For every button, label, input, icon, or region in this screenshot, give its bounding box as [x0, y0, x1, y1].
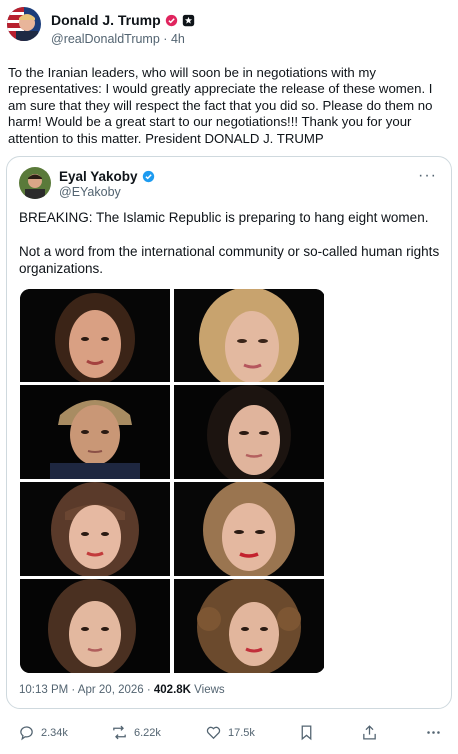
quoted-text-line2: Not a word from the international commun… [19, 244, 440, 276]
post-time[interactable]: 4h [171, 32, 185, 46]
photo-6[interactable] [174, 482, 324, 576]
repost-icon [113, 725, 126, 740]
photo-8[interactable] [174, 579, 324, 673]
author-name-line: Donald J. Trump [51, 12, 195, 28]
views-count: 402.8K [153, 684, 191, 696]
repost-button[interactable]: 6.22k [111, 724, 161, 741]
views-label: Views [190, 684, 225, 696]
author-name[interactable]: Donald J. Trump [51, 12, 161, 28]
post-body-text: To the Iranian leaders, who will soon be… [8, 65, 433, 146]
author-avatar[interactable] [7, 7, 41, 41]
quoted-text-line1: BREAKING: The Islamic Republic is prepar… [19, 210, 429, 225]
reply-count: 2.34k [41, 726, 68, 739]
like-count: 17.5k [228, 726, 255, 739]
more-options-icon[interactable]: ··· [418, 167, 437, 185]
photo-2[interactable] [174, 289, 324, 382]
reply-button[interactable]: 2.34k [18, 724, 68, 741]
action-bar: 2.34k 6.22k 17.5k [0, 716, 458, 752]
repost-count: 6.22k [134, 726, 161, 739]
photo-4[interactable] [174, 385, 324, 479]
separator: · [163, 32, 168, 46]
bookmark-button[interactable] [298, 724, 315, 741]
photo-3[interactable] [20, 385, 170, 479]
heart-icon [206, 726, 221, 740]
verified-badge-icon [165, 14, 177, 26]
quoted-timestamp-line: 10:13 PM · Apr 20, 2026 · 402.8K Views [19, 684, 225, 696]
author-handle-line: @realDonaldTrump · 4h [51, 32, 185, 46]
photo-grid[interactable] [20, 289, 325, 673]
photo-1[interactable] [20, 289, 170, 382]
share-button[interactable] [361, 724, 378, 741]
quoted-timestamp[interactable]: 10:13 PM · Apr 20, 2026 · [19, 684, 154, 696]
share-icon [363, 725, 376, 740]
verified-badge-icon [142, 170, 154, 183]
more-icon [427, 731, 440, 734]
quoted-author-avatar[interactable] [19, 167, 51, 199]
government-badge-icon [182, 14, 194, 26]
quoted-author-handle[interactable]: @EYakoby [59, 185, 121, 199]
post-header: Donald J. Trump @realDonaldTrump · 4h [7, 7, 451, 47]
author-handle[interactable]: @realDonaldTrump [51, 32, 160, 46]
quoted-author-name-line: Eyal Yakoby [59, 169, 155, 184]
more-options-button[interactable] [425, 724, 442, 741]
quoted-author-name[interactable]: Eyal Yakoby [59, 169, 138, 184]
bookmark-icon [301, 725, 312, 741]
reply-icon [20, 726, 33, 741]
photo-7[interactable] [20, 579, 170, 673]
quoted-post-card[interactable]: Eyal Yakoby @EYakoby ··· BREAKING: The I… [6, 156, 452, 709]
photo-5[interactable] [20, 482, 170, 576]
like-button[interactable]: 17.5k [205, 724, 255, 741]
